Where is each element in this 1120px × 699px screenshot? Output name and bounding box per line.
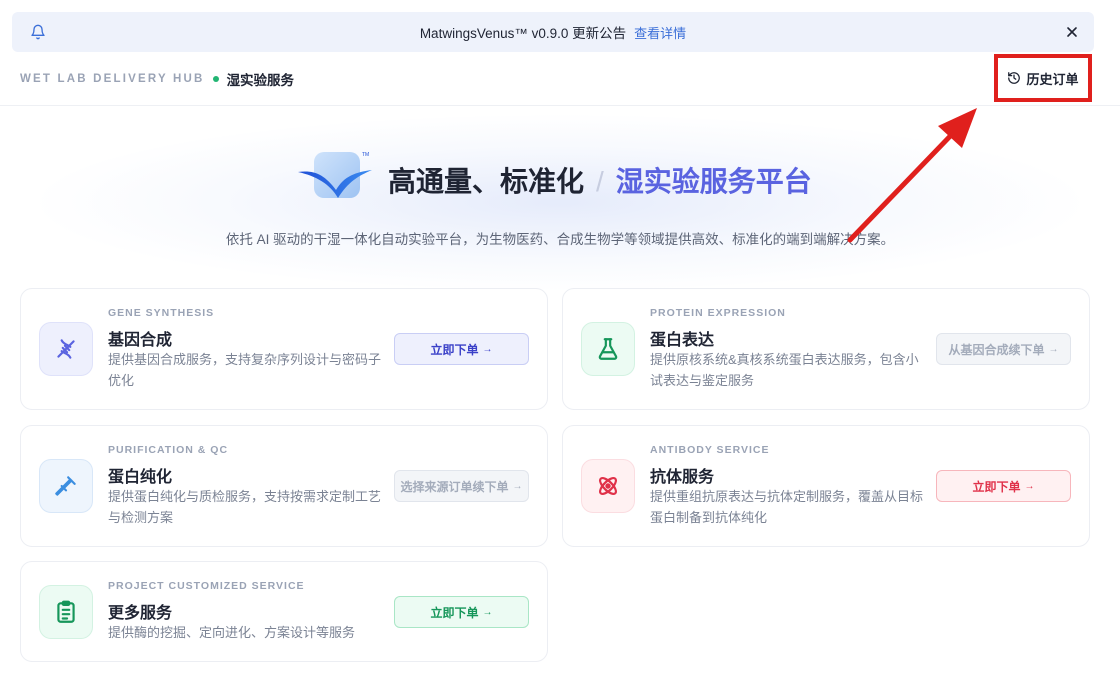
expression-order-label: 从基因合成续下单 bbox=[948, 342, 1045, 357]
hero-title-separator: / bbox=[596, 166, 604, 197]
card-title: 蛋白纯化 bbox=[108, 469, 173, 486]
hero-title-main: 高通量、标准化 bbox=[388, 166, 585, 197]
arrow-right-icon: → bbox=[482, 343, 493, 355]
expression-order-button[interactable]: 从基因合成续下单 → bbox=[936, 333, 1071, 365]
hero-glow bbox=[40, 115, 1080, 290]
card-title: 更多服务 bbox=[108, 605, 173, 622]
gene-icon-box bbox=[39, 322, 93, 376]
card-title: 蛋白表达 bbox=[650, 332, 715, 349]
bell-icon bbox=[31, 24, 45, 40]
more-icon-box bbox=[39, 585, 93, 639]
announcement-text: MatwingsVenus™ v0.9.0 更新公告 bbox=[419, 26, 627, 41]
service-card-protein-expression: PROTEIN EXPRESSION 蛋白表达 提供原核系统&真核系统蛋白表达服… bbox=[562, 288, 1090, 410]
breadcrumb-current: 湿实验服务 bbox=[226, 72, 295, 88]
arrow-right-icon: → bbox=[1048, 343, 1059, 355]
card-title: 基因合成 bbox=[108, 332, 173, 349]
card-description: 提供重组抗原表达与抗体定制服务，覆盖从目标蛋白制备到抗体纯化 bbox=[650, 489, 924, 525]
service-card-more: PROJECT CUSTOMIZED SERVICE 更多服务 提供酶的挖掘、定… bbox=[20, 561, 548, 662]
clipboard-icon bbox=[57, 600, 75, 623]
expression-icon-box bbox=[581, 322, 635, 376]
page-header: WET LAB DELIVERY HUB 湿实验服务 历史订单 bbox=[0, 52, 1120, 106]
service-card-gene-synthesis: GENE SYNTHESIS 基因合成 提供基因合成服务，支持复杂序列设计与密码… bbox=[20, 288, 548, 410]
history-icon bbox=[1008, 72, 1021, 84]
purification-order-button[interactable]: 选择来源订单续下单 → bbox=[394, 470, 529, 502]
card-en-title: PROTEIN EXPRESSION bbox=[650, 307, 786, 319]
gene-order-button[interactable]: 立即下单 → bbox=[394, 333, 529, 365]
atom-icon bbox=[599, 477, 617, 495]
hero-subtitle: 依托 AI 驱动的干湿一体化自动实验平台，为生物医药、合成生物学等领域提供高效、… bbox=[225, 232, 895, 247]
hero-title-accent: 湿实验服务平台 bbox=[615, 166, 812, 197]
card-title: 抗体服务 bbox=[650, 469, 715, 486]
gene-order-label: 立即下单 bbox=[430, 342, 479, 357]
announcement-banner: MatwingsVenus™ v0.9.0 更新公告 查看详情 bbox=[12, 12, 1094, 52]
card-en-title: PROJECT CUSTOMIZED SERVICE bbox=[108, 580, 305, 592]
purification-order-label: 选择来源订单续下单 bbox=[400, 479, 509, 494]
antibody-order-label: 立即下单 bbox=[972, 479, 1021, 494]
pipette-icon bbox=[55, 476, 76, 496]
arrow-right-icon: → bbox=[482, 606, 493, 618]
hero-title: 高通量、标准化 / 湿实验服务平台 bbox=[388, 160, 812, 200]
service-card-antibody: ANTIBODY SERVICE 抗体服务 提供重组抗原表达与抗体定制服务，覆盖… bbox=[562, 425, 1090, 547]
card-en-title: PURIFICATION & QC bbox=[108, 444, 229, 456]
breadcrumb-dot bbox=[212, 75, 219, 82]
antibody-order-button[interactable]: 立即下单 → bbox=[936, 470, 1071, 502]
announcement-details-link[interactable]: 查看详情 bbox=[634, 23, 686, 42]
flask-icon bbox=[598, 338, 618, 360]
card-en-title: GENE SYNTHESIS bbox=[108, 307, 215, 319]
card-description: 提供基因合成服务，支持复杂序列设计与密码子优化 bbox=[108, 352, 382, 388]
arrow-right-icon: → bbox=[1024, 480, 1035, 492]
history-orders-label: 历史订单 bbox=[1026, 71, 1079, 87]
antibody-icon-box bbox=[581, 459, 635, 513]
arrow-right-icon: → bbox=[512, 480, 523, 492]
history-orders-button[interactable]: 历史订单 bbox=[994, 54, 1092, 102]
more-order-label: 立即下单 bbox=[430, 605, 479, 620]
breadcrumb-hub: WET LAB DELIVERY HUB bbox=[20, 72, 205, 85]
card-description: 提供蛋白纯化与质检服务，支持按需求定制工艺与检测方案 bbox=[108, 489, 382, 525]
purification-icon-box bbox=[39, 459, 93, 513]
matwings-logo: TM bbox=[298, 152, 372, 198]
card-description: 提供酶的挖掘、定向进化、方案设计等服务 bbox=[108, 625, 356, 640]
dna-icon bbox=[57, 339, 75, 359]
svg-text:TM: TM bbox=[362, 152, 369, 158]
card-en-title: ANTIBODY SERVICE bbox=[650, 444, 770, 456]
service-card-purification: PURIFICATION & QC 蛋白纯化 提供蛋白纯化与质检服务，支持按需求… bbox=[20, 425, 548, 547]
close-icon[interactable] bbox=[1064, 24, 1080, 40]
more-order-button[interactable]: 立即下单 → bbox=[394, 596, 529, 628]
card-description: 提供原核系统&真核系统蛋白表达服务，包含小试表达与鉴定服务 bbox=[650, 352, 919, 388]
